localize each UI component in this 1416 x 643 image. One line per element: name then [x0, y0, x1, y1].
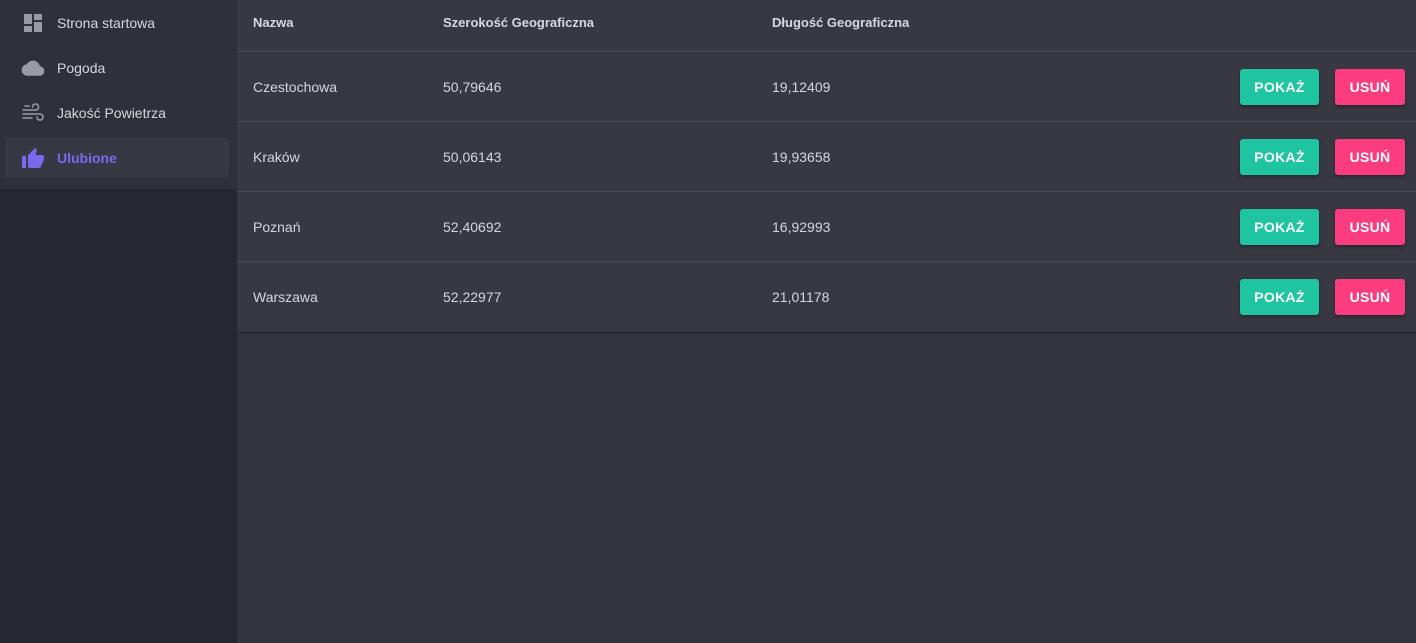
- table-row: Kraków 50,06143 19,93658 POKAŻ USUŃ: [237, 122, 1416, 192]
- table-row: Warszawa 52,22977 21,01178 POKAŻ USUŃ: [237, 262, 1416, 332]
- show-button[interactable]: POKAŻ: [1240, 68, 1319, 105]
- cell-latitude: 50,06143: [443, 148, 502, 165]
- sidebar-item-label: Pogoda: [57, 60, 106, 76]
- row-actions: POKAŻ USUŃ: [1072, 279, 1416, 315]
- show-button[interactable]: POKAŻ: [1240, 279, 1319, 315]
- cell-longitude: 19,12409: [772, 78, 831, 95]
- cell-name: Poznań: [253, 218, 301, 235]
- cell-latitude: 52,40692: [443, 218, 502, 235]
- sidebar-item-weather[interactable]: Pogoda: [5, 48, 229, 88]
- row-actions: POKAŻ USUŃ: [1072, 138, 1416, 175]
- cell-name: Czestochowa: [253, 78, 338, 95]
- delete-button[interactable]: USUŃ: [1335, 68, 1405, 105]
- sidebar-menu: Strona startowa Pogoda Jakość Powietrza …: [0, 0, 237, 189]
- show-button[interactable]: POKAŻ: [1240, 138, 1319, 175]
- cell-latitude: 50,79646: [443, 78, 502, 95]
- sidebar-item-label: Ulubione: [57, 150, 117, 166]
- sidebar: Strona startowa Pogoda Jakość Powietrza …: [0, 0, 237, 643]
- cell-longitude: 19,93658: [772, 148, 831, 165]
- cell-longitude: 16,92993: [772, 218, 831, 235]
- table-row: Czestochowa 50,79646 19,12409 POKAŻ USUŃ: [237, 52, 1416, 122]
- table-row: Poznań 52,40692 16,92993 POKAŻ USUŃ: [237, 192, 1416, 262]
- thumb-up-icon: [21, 146, 45, 170]
- header-longitude: Długość Geograficzna: [772, 15, 910, 30]
- cell-longitude: 21,01178: [772, 289, 830, 305]
- sidebar-item-label: Strona startowa: [57, 15, 156, 31]
- cell-latitude: 52,22977: [443, 289, 502, 305]
- header-name: Nazwa: [253, 15, 294, 30]
- sidebar-item-air-quality[interactable]: Jakość Powietrza: [5, 93, 229, 133]
- dashboard-icon: [21, 11, 45, 35]
- sidebar-item-favorites[interactable]: Ulubione: [5, 138, 229, 178]
- delete-button[interactable]: USUŃ: [1335, 279, 1405, 315]
- table-header: Nazwa Szerokość Geograficzna Długość Geo…: [237, 0, 1416, 52]
- cell-name: Warszawa: [253, 289, 318, 305]
- delete-button[interactable]: USUŃ: [1335, 208, 1405, 245]
- main-content: Nazwa Szerokość Geograficzna Długość Geo…: [237, 0, 1416, 643]
- show-button[interactable]: POKAŻ: [1240, 208, 1319, 245]
- cell-name: Kraków: [253, 148, 300, 165]
- sidebar-item-label: Jakość Powietrza: [57, 105, 166, 121]
- app: Strona startowa Pogoda Jakość Powietrza …: [0, 0, 1416, 643]
- header-latitude: Szerokość Geograficzna: [443, 15, 594, 30]
- cloud-icon: [21, 56, 45, 80]
- wind-icon: [21, 101, 45, 125]
- row-actions: POKAŻ USUŃ: [1072, 208, 1416, 245]
- sidebar-item-home[interactable]: Strona startowa: [5, 3, 229, 43]
- row-actions: POKAŻ USUŃ: [1072, 68, 1416, 105]
- favorites-table: Nazwa Szerokość Geograficzna Długość Geo…: [237, 0, 1416, 333]
- delete-button[interactable]: USUŃ: [1335, 138, 1405, 175]
